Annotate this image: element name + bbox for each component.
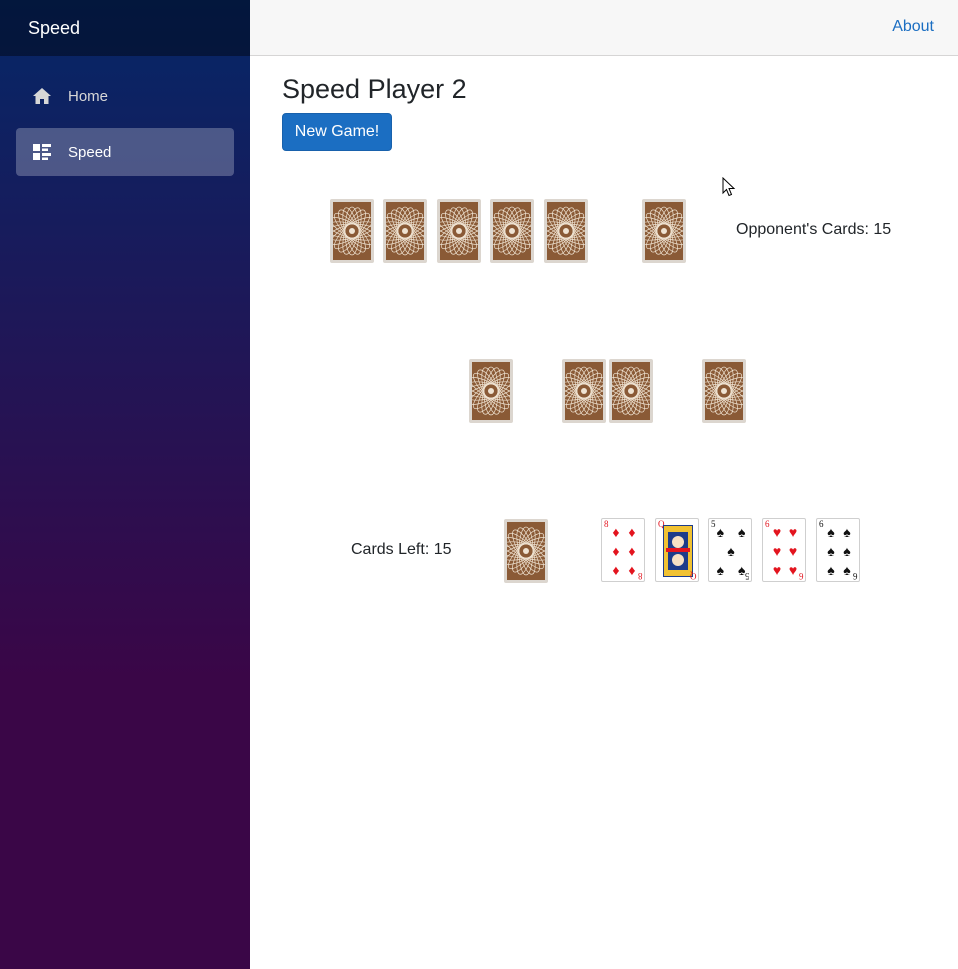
card-rank: 8: [637, 571, 643, 581]
sidebar-item-label: Home: [68, 87, 109, 105]
sidebar-item-home[interactable]: Home: [16, 72, 234, 120]
sidebar-item-speed[interactable]: Speed: [16, 128, 234, 176]
card-back-pattern-icon: [705, 362, 743, 420]
card-back-pattern-icon: [333, 202, 371, 260]
about-link[interactable]: About: [892, 18, 934, 36]
card-back-pattern-icon: [472, 362, 510, 420]
page-title: Speed Player 2: [282, 74, 467, 104]
card-back-pattern-icon: [612, 362, 650, 420]
card-rank: 6: [852, 571, 858, 581]
opponent-card: [437, 199, 481, 263]
card-rank: Q: [689, 571, 697, 581]
center-pile-left[interactable]: [562, 359, 606, 423]
opponent-card: [330, 199, 374, 263]
card-back-pattern-icon: [507, 522, 545, 580]
list-icon: [32, 142, 52, 162]
brand-bar: Speed: [0, 0, 250, 56]
sidebar: Speed Home Speed: [0, 0, 250, 969]
opponent-cards-count: Opponent's Cards: 15: [736, 221, 892, 238]
hand-card[interactable]: 5 ♠ ♠ ♠ ♠ ♠ 5: [708, 518, 752, 582]
card-rank: 6: [798, 571, 804, 581]
mouse-cursor-icon: [722, 176, 736, 202]
side-pile-left[interactable]: [469, 359, 513, 423]
side-pile-right[interactable]: [702, 359, 746, 423]
center-pile-right[interactable]: [609, 359, 653, 423]
new-game-button[interactable]: New Game!: [282, 113, 392, 151]
card-rank: 5: [744, 571, 750, 581]
opponent-card: [383, 199, 427, 263]
card-back-pattern-icon: [440, 202, 478, 260]
card-back-pattern-icon: [386, 202, 424, 260]
spade-suit-icon: ♠ ♠ ♠ ♠ ♠: [716, 524, 746, 578]
diamond-suit-icon: ♦ ♦ ♦ ♦ ♦ ♦: [612, 524, 636, 578]
home-icon: [32, 86, 52, 106]
hand-card[interactable]: 6 ♥ ♥ ♥ ♥ ♥ ♥ 6: [762, 518, 806, 582]
player-draw-pile[interactable]: [504, 519, 548, 583]
hand-card[interactable]: 6 ♠ ♠ ♠ ♠ ♠ ♠ 6: [816, 518, 860, 582]
top-row: About: [250, 0, 958, 56]
card-back-pattern-icon: [645, 202, 683, 260]
hand-card[interactable]: Q Q: [655, 518, 699, 582]
nav-menu: Home Speed: [0, 56, 250, 176]
heart-suit-icon: ♥ ♥ ♥ ♥ ♥ ♥: [772, 524, 798, 578]
opponent-card: [490, 199, 534, 263]
queen-face-icon: [663, 525, 693, 577]
card-back-pattern-icon: [493, 202, 531, 260]
hand-card[interactable]: 8 ♦ ♦ ♦ ♦ ♦ ♦ 8: [601, 518, 645, 582]
brand-link[interactable]: Speed: [28, 18, 80, 39]
opponent-draw-pile: [642, 199, 686, 263]
sidebar-item-label: Speed: [68, 143, 112, 161]
opponent-card: [544, 199, 588, 263]
card-back-pattern-icon: [547, 202, 585, 260]
card-back-pattern-icon: [565, 362, 603, 420]
spade-suit-icon: ♠ ♠ ♠ ♠ ♠ ♠: [827, 524, 851, 578]
cards-left-count: Cards Left: 15: [351, 541, 452, 558]
